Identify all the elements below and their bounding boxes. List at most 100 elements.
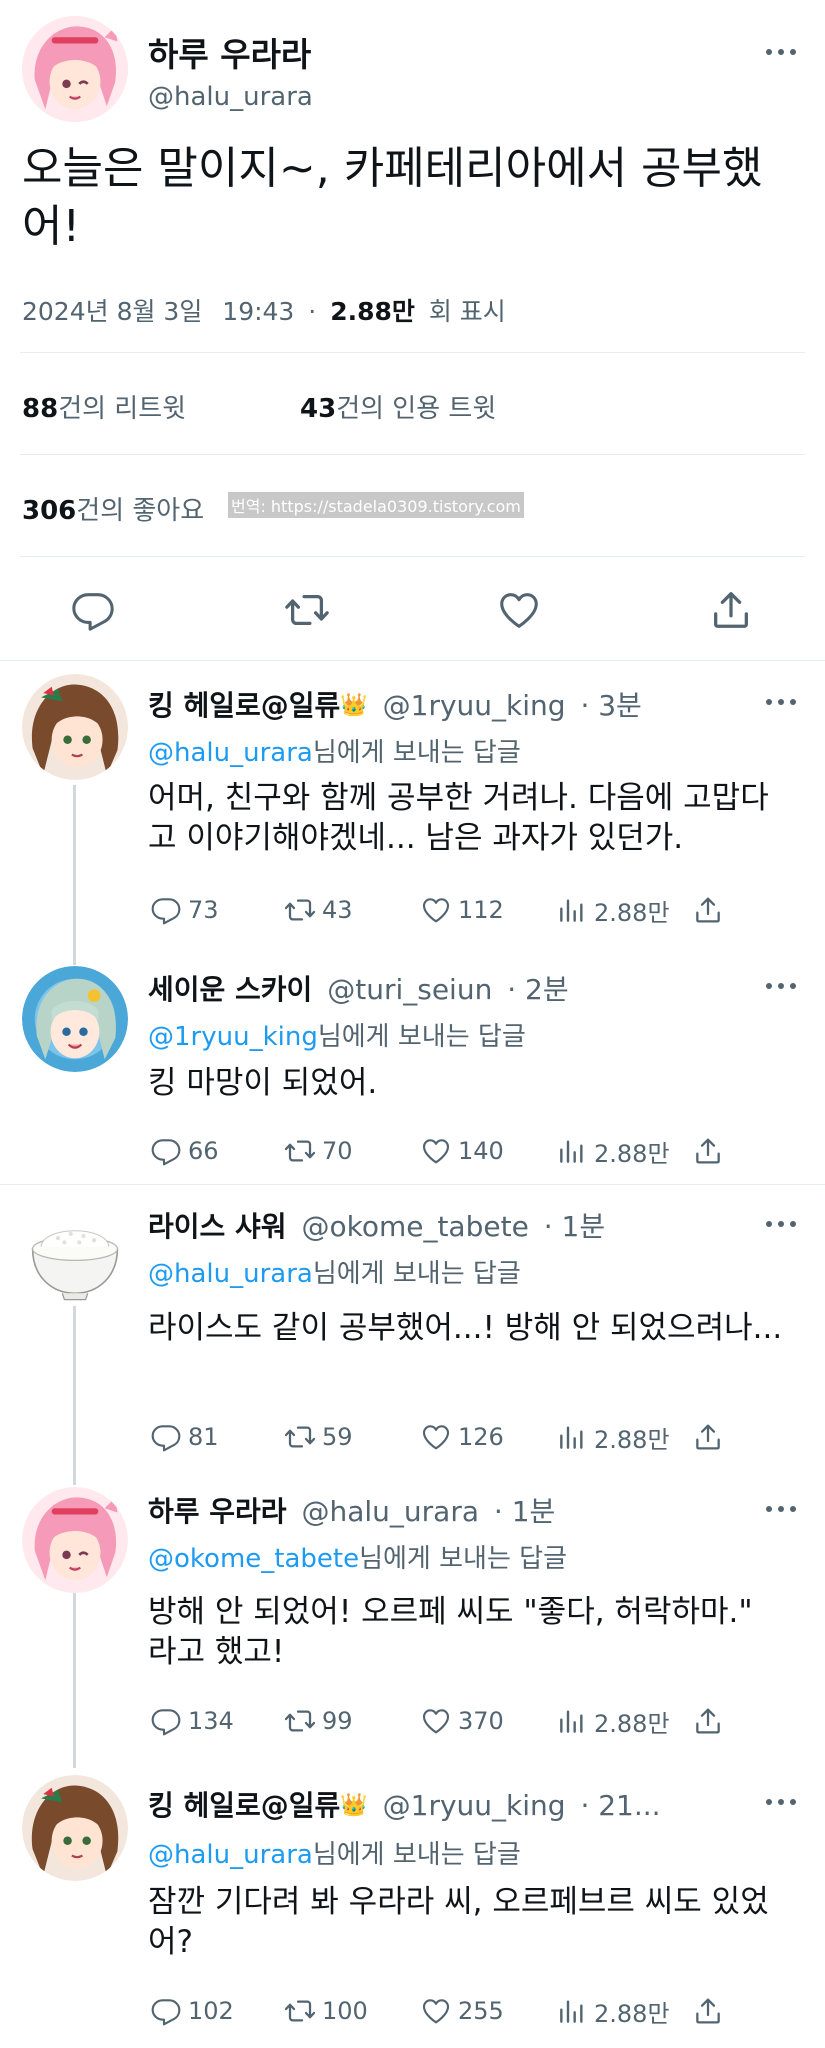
reply-time[interactable]: · 2분	[507, 973, 568, 1006]
like-count: 112	[458, 896, 504, 924]
views-button[interactable]: 2.88만	[556, 1420, 670, 1454]
quotes-stat[interactable]: 43건의 인용 트윗	[300, 388, 496, 425]
reply-time[interactable]: · 1분	[494, 1495, 555, 1528]
retweet-count: 43	[322, 896, 353, 924]
like-button[interactable]: 112	[420, 893, 504, 927]
like-button[interactable]: 140	[420, 1134, 504, 1168]
reply-icon[interactable]	[70, 587, 116, 633]
avatar-image	[22, 966, 128, 1072]
like-icon	[420, 1995, 452, 2027]
retweet-button[interactable]: 99	[284, 1704, 353, 1738]
reply-header: 세이운 스카이 @turi_seiun · 2분	[148, 968, 569, 1008]
reply-author-handle[interactable]: @turi_seiun	[327, 973, 492, 1006]
retweets-label: 건의 리트윗	[58, 394, 187, 424]
share-button[interactable]	[692, 1994, 730, 2028]
avatar-image	[22, 1200, 128, 1306]
reply-button[interactable]: 73	[150, 893, 219, 927]
retweet-count: 59	[322, 1423, 353, 1451]
reply-author-handle[interactable]: @1ryuu_king	[383, 689, 566, 722]
avatar[interactable]	[22, 1200, 128, 1306]
share-icon[interactable]	[708, 587, 754, 633]
reply-author-handle[interactable]: @1ryuu_king	[383, 1789, 566, 1822]
retweet-button[interactable]: 100	[284, 1994, 368, 2028]
avatar[interactable]	[22, 674, 128, 780]
more-icon[interactable]	[766, 981, 796, 991]
reply-icon	[150, 1135, 182, 1167]
reply-button[interactable]: 134	[150, 1704, 234, 1738]
mention-link[interactable]: @halu_urara	[148, 1259, 313, 1289]
views-count: 2.88만	[594, 1999, 670, 2028]
like-button[interactable]: 255	[420, 1994, 504, 2028]
avatar-image	[22, 1775, 128, 1881]
share-button[interactable]	[692, 1704, 730, 1738]
replying-to: @halu_urara님에게 보내는 답글	[148, 1253, 521, 1290]
reply-button[interactable]: 66	[150, 1134, 219, 1168]
views-icon	[556, 1135, 588, 1167]
like-icon	[420, 894, 452, 926]
views-button[interactable]: 2.88만	[556, 1704, 670, 1738]
mention-link[interactable]: @halu_urara	[148, 738, 313, 768]
tweet-time[interactable]: 19:43	[222, 297, 294, 326]
reply-time[interactable]: · 21...	[580, 1789, 660, 1822]
reply-count: 134	[188, 1707, 234, 1735]
retweets-stat[interactable]: 88건의 리트윗	[22, 388, 186, 425]
views-button[interactable]: 2.88만	[556, 1134, 670, 1168]
retweet-icon[interactable]	[284, 587, 330, 633]
meta-separator: ·	[308, 297, 317, 326]
reply-time[interactable]: · 1분	[544, 1210, 605, 1243]
reply-header: 킹 헤일로@일류👑 @1ryuu_king · 21...	[148, 1784, 661, 1824]
thread-line	[73, 1570, 76, 1768]
author-name[interactable]: 하루 우라라	[148, 28, 311, 76]
retweet-button[interactable]: 70	[284, 1134, 353, 1168]
share-button[interactable]	[692, 893, 730, 927]
thread-line	[73, 1287, 76, 1485]
tweet-date[interactable]: 2024년 8월 3일	[22, 297, 202, 326]
share-icon	[692, 894, 724, 926]
views-button[interactable]: 2.88만	[556, 893, 670, 927]
views-icon	[556, 1421, 588, 1453]
avatar[interactable]	[22, 16, 128, 122]
divider	[20, 352, 805, 353]
reply-author-name[interactable]: 킹 헤일로@일류	[148, 689, 340, 722]
retweet-button[interactable]: 43	[284, 893, 353, 927]
more-icon[interactable]	[766, 697, 796, 707]
reply-author-name[interactable]: 하루 우라라	[148, 1495, 287, 1528]
share-icon	[692, 1421, 724, 1453]
reply-author-handle[interactable]: @halu_urara	[301, 1495, 479, 1528]
reply-author-name[interactable]: 킹 헤일로@일류	[148, 1789, 340, 1822]
likes-stat[interactable]: 306건의 좋아요	[22, 490, 204, 527]
like-button[interactable]: 370	[420, 1704, 504, 1738]
reply-button[interactable]: 81	[150, 1420, 219, 1454]
retweet-button[interactable]: 59	[284, 1420, 353, 1454]
avatar[interactable]	[22, 1487, 128, 1593]
divider	[20, 556, 805, 557]
thread-line	[73, 785, 76, 965]
reply-author-name[interactable]: 라이스 샤워	[148, 1210, 287, 1243]
mention-link[interactable]: @1ryuu_king	[148, 1022, 318, 1052]
avatar[interactable]	[22, 966, 128, 1072]
mention-link[interactable]: @halu_urara	[148, 1840, 313, 1870]
share-button[interactable]	[692, 1134, 730, 1168]
views-button[interactable]: 2.88만	[556, 1994, 670, 2028]
more-icon[interactable]	[766, 1219, 796, 1229]
avatar-image	[22, 674, 128, 780]
reply-author-handle[interactable]: @okome_tabete	[301, 1210, 528, 1243]
share-button[interactable]	[692, 1420, 730, 1454]
retweet-count: 100	[322, 1997, 368, 2025]
reply-button[interactable]: 102	[150, 1994, 234, 2028]
reply-time[interactable]: · 3분	[580, 689, 641, 722]
like-button[interactable]: 126	[420, 1420, 504, 1454]
mention-link[interactable]: @okome_tabete	[148, 1544, 359, 1574]
like-icon[interactable]	[496, 587, 542, 633]
more-icon[interactable]	[766, 1504, 796, 1514]
more-icon[interactable]	[766, 47, 796, 57]
retweet-icon	[284, 1995, 316, 2027]
avatar[interactable]	[22, 1775, 128, 1881]
reply-text: 방해 안 되었어! 오르페 씨도 "좋다, 허락하마." 라고 했고!	[148, 1594, 753, 1670]
replying-to-label: 님에게 보내는 답글	[312, 1840, 521, 1870]
reply-author-name[interactable]: 세이운 스카이	[148, 973, 312, 1006]
reply-header: 하루 우라라 @halu_urara · 1분	[148, 1490, 555, 1530]
author-handle[interactable]: @halu_urara	[148, 82, 313, 112]
more-icon[interactable]	[766, 1797, 796, 1807]
views-count: 2.88만	[594, 898, 670, 927]
